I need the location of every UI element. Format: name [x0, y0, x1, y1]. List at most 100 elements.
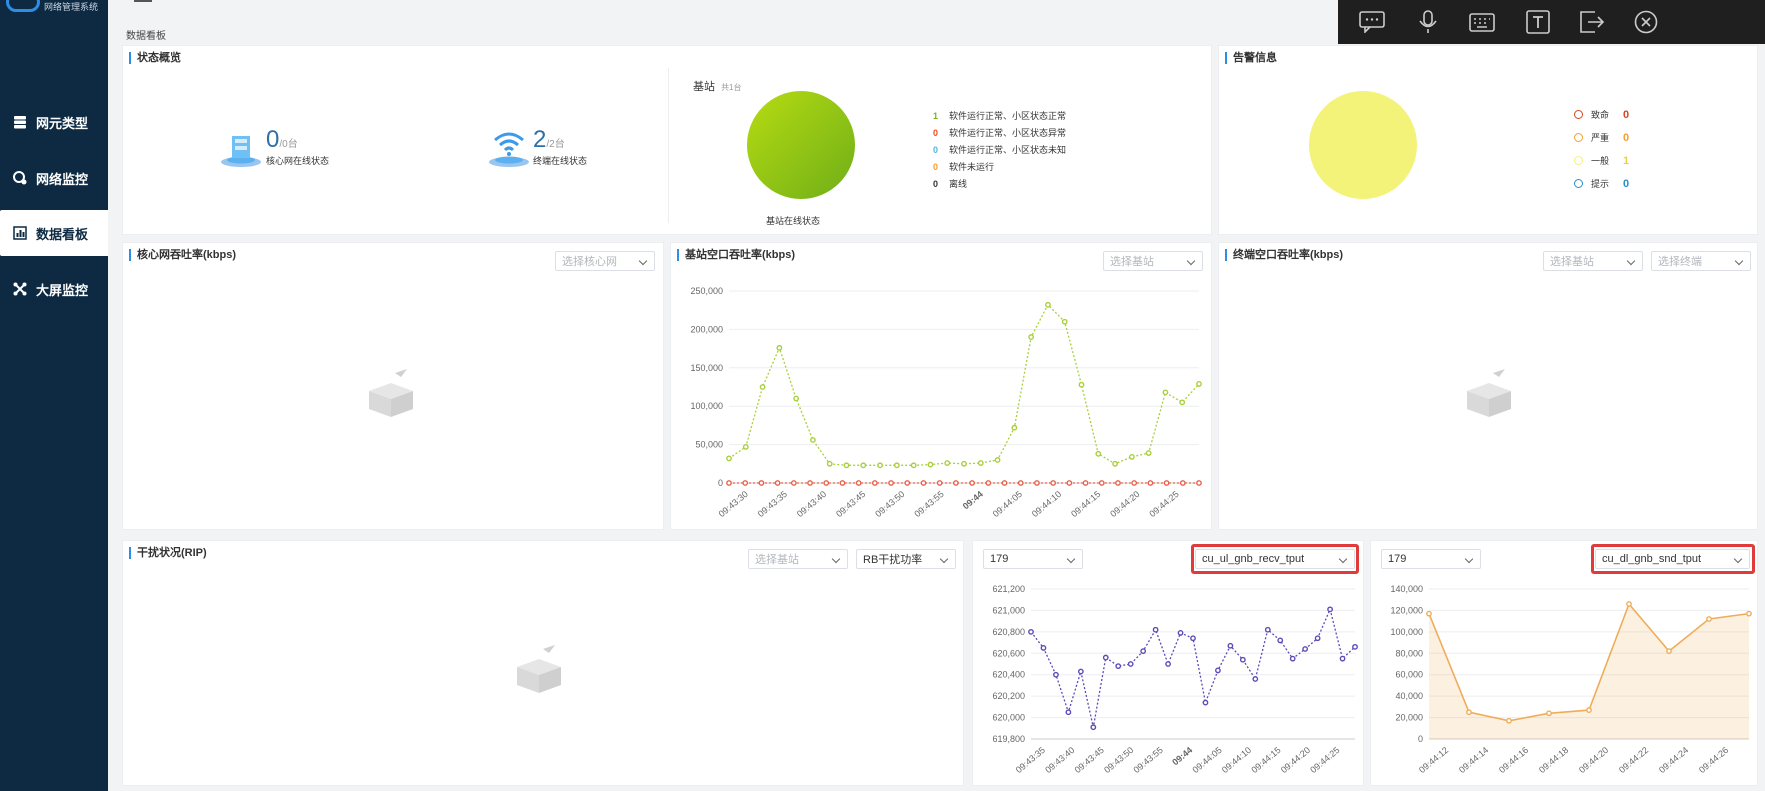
- data-point: [843, 462, 850, 469]
- gnb-caption: 基站在线状态: [766, 216, 821, 226]
- x-tick-label: 09:43:45: [834, 489, 867, 519]
- data-point: [1252, 676, 1259, 682]
- data-point: [1066, 480, 1073, 486]
- y-tick-label: 620,200: [992, 691, 1025, 701]
- core-network-icon: [219, 126, 261, 167]
- data-point: [1264, 626, 1271, 633]
- y-tick-label: 621,000: [992, 605, 1025, 615]
- x-tick-label: 09:44:25: [1308, 745, 1341, 775]
- data-point: [1112, 460, 1118, 467]
- core-network-select[interactable]: 选择核心网: [555, 251, 655, 271]
- data-point: [1095, 450, 1102, 457]
- gnb-total: 共1台: [721, 83, 742, 92]
- data-point: [910, 462, 917, 469]
- dl-id-select[interactable]: 179: [1381, 549, 1481, 569]
- data-point: [1165, 661, 1171, 667]
- data-point: [1163, 480, 1170, 486]
- panel-title: 核心网吞吐率(kbps): [129, 249, 236, 261]
- x-tick-label: 09:43:30: [717, 489, 750, 519]
- data-point: [1001, 480, 1008, 486]
- data-point: [776, 344, 783, 351]
- interference-metric-select[interactable]: RB干扰功率: [856, 549, 956, 569]
- data-point: [927, 461, 934, 468]
- keyboard-icon[interactable]: [1468, 8, 1496, 36]
- data-point: [1140, 648, 1147, 655]
- gnb-section-title: 基站 共1台: [693, 78, 742, 94]
- data-point: [1082, 480, 1089, 486]
- y-tick-label: 140,000: [1390, 584, 1423, 594]
- data-point: [826, 460, 833, 467]
- data-point: [893, 462, 900, 469]
- text-icon[interactable]: [1524, 8, 1552, 36]
- data-point: [1626, 601, 1632, 607]
- interference-gnb-select[interactable]: 选择基站: [748, 549, 848, 569]
- data-point: [790, 480, 797, 486]
- alarm-pie: [1309, 91, 1417, 199]
- ue-select[interactable]: 选择终端: [1651, 251, 1751, 271]
- x-tick-label: 09:44:16: [1497, 745, 1530, 775]
- data-point: [1078, 381, 1085, 388]
- monitor-icon: [12, 170, 28, 186]
- status-overview-panel: 状态概览 0/0台 核心网在线状态 2/2台 终端在线状态 基站 共1台 基站在…: [122, 45, 1212, 235]
- panel-title: 终端空口吞吐率(kbps): [1225, 249, 1343, 261]
- data-point: [920, 480, 927, 486]
- data-point: [1202, 699, 1209, 706]
- ul-id-select[interactable]: 179: [983, 549, 1083, 569]
- data-point: [1061, 318, 1068, 325]
- sidebar-item-ne-types[interactable]: 网元类型: [0, 99, 108, 145]
- y-tick-label: 620,000: [992, 713, 1025, 723]
- data-point: [944, 460, 951, 466]
- data-point: [1227, 642, 1234, 649]
- x-tick-label: 09:44:26: [1697, 745, 1730, 775]
- x-tick-label: 09:44:20: [1577, 745, 1610, 775]
- menu-toggle-icon[interactable]: [134, 0, 152, 2]
- data-point: [1277, 637, 1284, 644]
- x-tick-label: 09:43:50: [1102, 745, 1135, 775]
- gnb-legend-item: 0 离线: [933, 179, 968, 189]
- microphone-icon[interactable]: [1414, 8, 1442, 36]
- app-name: 网络管理系统: [44, 2, 99, 12]
- y-tick-label: 250,000: [690, 286, 723, 296]
- panel-title: 告警信息: [1225, 52, 1277, 64]
- ue-gnb-select[interactable]: 选择基站: [1543, 251, 1643, 271]
- comment-icon[interactable]: [1358, 8, 1386, 36]
- data-point: [839, 480, 846, 486]
- sidebar: 网络管理系统 网元类型 网络监控 数据看板 大屏监控: [0, 0, 108, 791]
- x-tick-label: 09:43:55: [1132, 745, 1165, 775]
- sidebar-item-dashboard[interactable]: 数据看板: [0, 210, 108, 256]
- x-tick-label: 09:44:15: [1069, 489, 1102, 519]
- empty-data-icon: [517, 645, 561, 693]
- y-tick-label: 620,600: [992, 648, 1025, 658]
- terminal-online-count: 2: [533, 126, 547, 153]
- sidebar-item-big-screen[interactable]: 大屏监控: [0, 266, 108, 312]
- x-tick-label: 09:44:15: [1249, 745, 1282, 775]
- gnb-status-pie: [747, 91, 855, 199]
- data-point: [1131, 480, 1138, 486]
- sidebar-item-network-monitor[interactable]: 网络监控: [0, 155, 108, 201]
- data-point: [1466, 709, 1472, 716]
- export-icon[interactable]: [1578, 8, 1606, 36]
- data-point: [1666, 648, 1672, 655]
- screen-icon: [12, 281, 28, 297]
- data-point: [726, 480, 732, 486]
- dl-metric-highlight: [1591, 544, 1755, 574]
- terminal-status: 2/2台 终端在线状态: [533, 126, 587, 167]
- x-tick-label: 09:44:18: [1537, 745, 1570, 775]
- x-tick-label: 09:44:25: [1147, 489, 1180, 519]
- y-tick-label: 40,000: [1395, 691, 1423, 701]
- data-point: [1128, 453, 1135, 460]
- alarm-item-minor: 一般 1: [1574, 154, 1629, 167]
- core-throughput-panel: 核心网吞吐率(kbps) 选择核心网: [122, 242, 664, 530]
- x-tick-label: 09:43:35: [756, 489, 789, 519]
- data-point: [1045, 301, 1051, 308]
- data-point: [1177, 630, 1184, 636]
- core-status-label: 核心网在线状态: [266, 156, 330, 166]
- data-point: [1586, 707, 1592, 713]
- close-icon[interactable]: [1632, 8, 1660, 36]
- data-point: [1196, 480, 1202, 486]
- y-tick-label: 60,000: [1395, 670, 1423, 680]
- sidebar-item-label: 数据看板: [36, 226, 89, 242]
- x-tick-label: 09:43:40: [795, 489, 828, 519]
- data-point: [936, 480, 943, 486]
- data-point: [977, 460, 984, 466]
